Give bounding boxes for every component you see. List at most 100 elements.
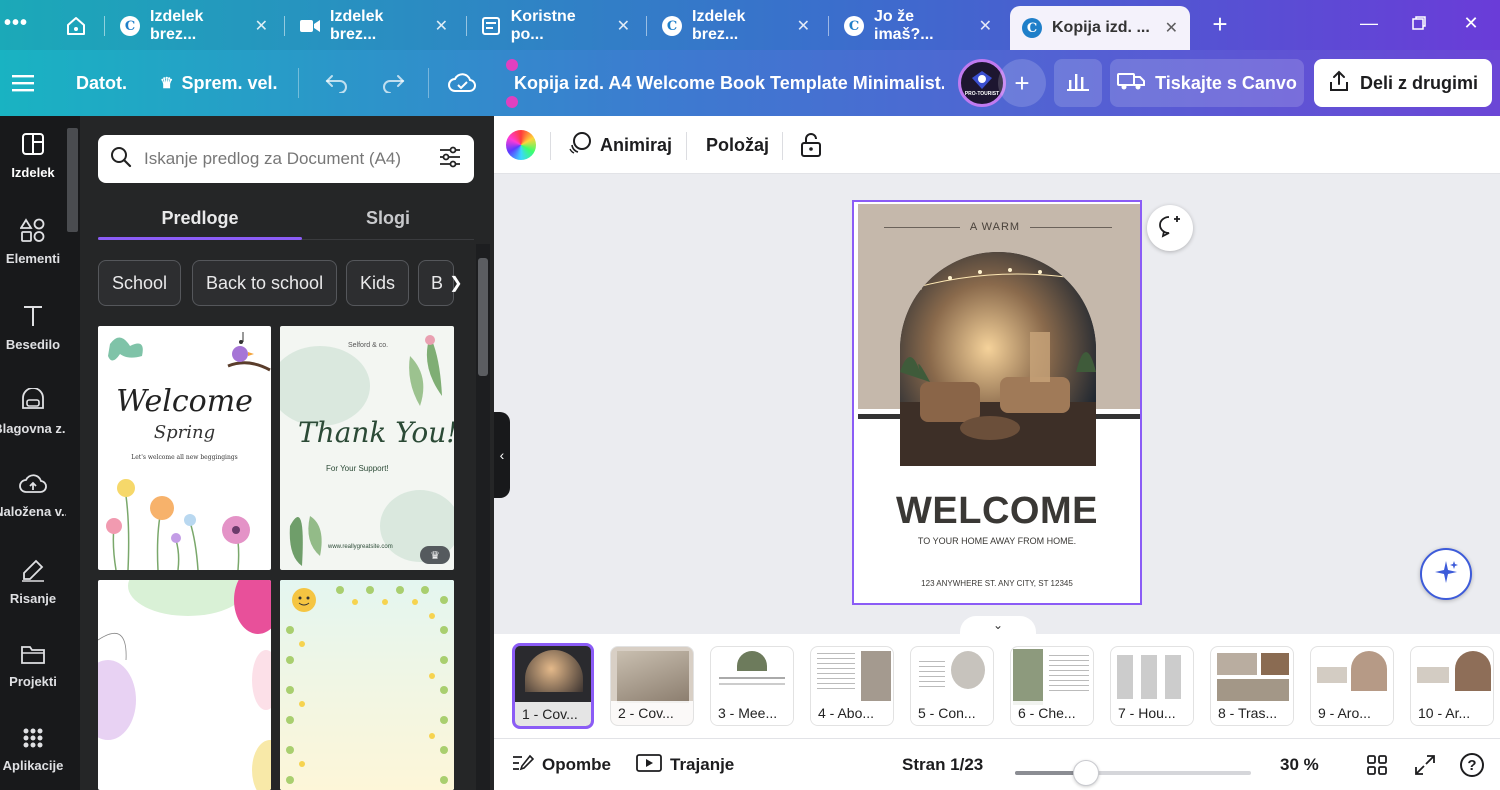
browser-tab-1[interactable]: C Izdelek brez... ✕ xyxy=(108,6,280,46)
page-thumbnail-6[interactable]: 6 - Che... xyxy=(1010,646,1094,726)
thumbnail-text-line xyxy=(719,683,785,685)
page-thumbnail-5[interactable]: 5 - Con... xyxy=(910,646,994,726)
thumbnail-icon-grid xyxy=(1117,655,1189,699)
sidebar-scrollbar[interactable] xyxy=(67,128,78,232)
template-search-field[interactable]: Iskanje predlog za Document (A4) xyxy=(98,135,474,183)
page-indicator[interactable]: Stran 1/23 xyxy=(902,739,983,790)
filter-sliders-icon[interactable] xyxy=(438,146,462,173)
chevron-right-icon[interactable]: ❯ xyxy=(444,269,468,297)
template-brand: Selford & co. xyxy=(348,342,389,349)
browser-tab-2[interactable]: Izdelek brez... ✕ xyxy=(288,6,460,46)
layout-icon xyxy=(21,132,45,159)
template-card-thank-you[interactable]: Selford & co. Thank You! For Your Suppor… xyxy=(280,326,454,570)
sidebar-item-label: Projekti xyxy=(9,674,57,689)
cloud-saved-icon[interactable] xyxy=(448,50,476,116)
draw-icon xyxy=(20,558,46,585)
fullscreen-icon[interactable] xyxy=(1414,739,1436,790)
sidebar-item-brand[interactable]: Blagovna z... xyxy=(0,372,66,452)
collapse-panel-button[interactable]: ‹ xyxy=(494,412,510,498)
template-card-sunny-frame[interactable] xyxy=(280,580,454,790)
sparkle-icon xyxy=(1433,559,1459,590)
tab-templates[interactable]: Predloge xyxy=(98,196,302,240)
design-page-canvas[interactable]: A WARM WELCOME TO YOUR HOME AWAY FROM HO… xyxy=(852,200,1142,605)
page-thumbnail-4[interactable]: 4 - Abo... xyxy=(810,646,894,726)
page-thumbnail-7[interactable]: 7 - Hou... xyxy=(1110,646,1194,726)
print-with-canva-button[interactable]: Tiskajte s Canvo xyxy=(1110,59,1304,107)
sidebar-item-apps[interactable]: Aplikacije xyxy=(0,710,66,790)
close-icon[interactable]: ✕ xyxy=(435,16,448,36)
page-subline: TO YOUR HOME AWAY FROM HOME. xyxy=(917,536,1077,546)
add-collaborator-plus-icon[interactable]: + xyxy=(998,59,1046,107)
ellipsis-icon[interactable]: ••• xyxy=(4,12,28,35)
chevron-down-icon: ⌄ xyxy=(992,618,1004,632)
sidebar-item-elements[interactable]: Elementi xyxy=(0,202,66,282)
thumbnail-image xyxy=(1455,651,1491,691)
folder-icon xyxy=(20,643,46,668)
insights-button[interactable] xyxy=(1054,59,1102,107)
lock-icon[interactable] xyxy=(800,116,822,174)
close-icon[interactable]: ✕ xyxy=(979,16,992,36)
minimize-icon[interactable]: — xyxy=(1346,0,1392,46)
panel-scrollbar[interactable] xyxy=(476,244,490,790)
close-icon[interactable]: ✕ xyxy=(617,16,630,36)
grid-view-icon[interactable] xyxy=(1366,739,1388,790)
document-title[interactable]: Kopija izd. A4 Welcome Book Template Min… xyxy=(514,50,944,116)
page-thumbnail-9[interactable]: 9 - Aro... xyxy=(1310,646,1394,726)
thumbnail-image xyxy=(617,651,689,703)
template-card-pastel-blobs[interactable] xyxy=(98,580,271,790)
magic-assistant-button[interactable] xyxy=(1420,548,1472,600)
hamburger-icon[interactable] xyxy=(12,50,34,116)
browser-tab-5[interactable]: C Jo že imaš?... ✕ xyxy=(832,6,1004,46)
new-tab-plus-icon[interactable]: + xyxy=(1206,9,1234,39)
thumbnail-text-block xyxy=(1317,667,1347,683)
chip-back-to-school[interactable]: Back to school xyxy=(192,260,338,306)
window-close-icon[interactable]: ✕ xyxy=(1448,0,1494,46)
redo-icon[interactable] xyxy=(380,50,406,116)
zoom-slider-knob[interactable] xyxy=(1072,760,1099,786)
zoom-slider[interactable] xyxy=(1015,760,1251,786)
panel-scrollbar-thumb[interactable] xyxy=(478,258,488,376)
notes-button[interactable]: Opombe xyxy=(512,739,611,790)
zoom-level[interactable]: 30 % xyxy=(1280,739,1319,790)
sidebar-item-draw[interactable]: Risanje xyxy=(0,542,66,622)
color-wheel-icon[interactable] xyxy=(506,130,536,160)
file-menu-button[interactable]: Datot. xyxy=(76,50,127,116)
undo-icon[interactable] xyxy=(324,50,350,116)
share-button[interactable]: Deli z drugimi xyxy=(1314,59,1492,107)
context-toolbar: Animiraj Položaj xyxy=(494,116,1500,174)
page-thumbnail-10[interactable]: 10 - Ar... xyxy=(1410,646,1494,726)
restore-icon[interactable] xyxy=(1396,0,1442,46)
animate-button[interactable]: Animiraj xyxy=(568,116,672,174)
sidebar-item-uploads[interactable]: Naložena v... xyxy=(0,456,66,536)
sidebar-item-design[interactable]: Izdelek xyxy=(0,116,66,196)
collapse-pages-button[interactable]: ⌄ xyxy=(960,616,1036,634)
template-card-welcome-spring[interactable]: Welcome Spring Let's welcome all new beg… xyxy=(98,326,271,570)
page-thumbnail-8[interactable]: 8 - Tras... xyxy=(1210,646,1294,726)
print-label: Tiskajte s Canvo xyxy=(1155,72,1297,93)
browser-tab-4[interactable]: C Izdelek brez... ✕ xyxy=(650,6,822,46)
tab-title: Izdelek brez... xyxy=(330,8,384,43)
browser-tab-3[interactable]: Koristne po... ✕ xyxy=(470,6,642,46)
close-icon[interactable]: ✕ xyxy=(1165,18,1178,38)
chip-kids[interactable]: Kids xyxy=(346,260,410,306)
kicker-rule-left xyxy=(884,227,960,228)
home-icon[interactable] xyxy=(60,10,92,42)
help-icon[interactable]: ? xyxy=(1460,739,1484,790)
page-thumbnail-2[interactable]: 2 - Cov... xyxy=(610,646,694,726)
sidebar-item-text[interactable]: Besedilo xyxy=(0,288,66,368)
sidebar-item-label: Aplikacije xyxy=(2,758,64,773)
page-thumbnail-1[interactable]: 1 - Cov... xyxy=(512,643,594,729)
page-thumbnail-3[interactable]: 3 - Mee... xyxy=(710,646,794,726)
chip-school[interactable]: School xyxy=(98,260,182,306)
sidebar-item-projects[interactable]: Projekti xyxy=(0,626,66,706)
add-comment-button[interactable] xyxy=(1147,205,1193,251)
close-icon[interactable]: ✕ xyxy=(797,16,810,36)
position-button[interactable]: Položaj xyxy=(706,116,769,174)
browser-tab-6-active[interactable]: C Kopija izd. ... ✕ xyxy=(1010,6,1190,50)
sidebar-item-label: Besedilo xyxy=(5,337,61,352)
tab-styles[interactable]: Slogi xyxy=(302,196,474,240)
duration-button[interactable]: Trajanje xyxy=(636,739,734,790)
resize-button[interactable]: ♛ Sprem. vel. xyxy=(160,50,278,116)
close-icon[interactable]: ✕ xyxy=(255,16,268,36)
thumbnail-image xyxy=(737,651,767,671)
